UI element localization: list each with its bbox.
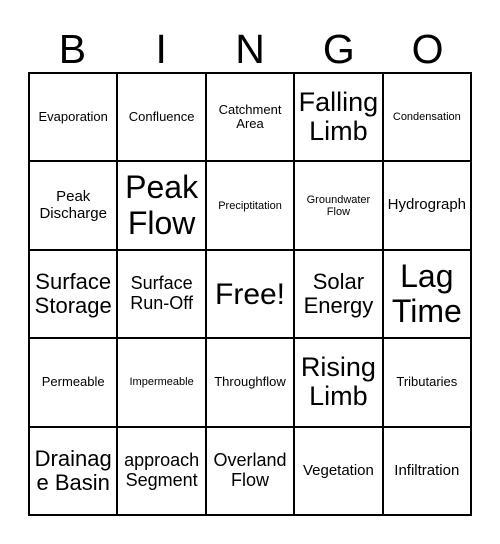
bingo-row: Evaporation Confluence Catchment Area Fa… (30, 74, 473, 163)
bingo-cell-label: Vegetation (302, 461, 374, 479)
bingo-cell-label: approach Segment (124, 450, 200, 490)
bingo-cell-label: Solar Energy (303, 268, 374, 319)
bingo-grid: Evaporation Confluence Catchment Area Fa… (28, 72, 473, 517)
bingo-header-letter-o: O (411, 26, 444, 72)
bingo-cell-label: Throughflow (214, 374, 286, 390)
bingo-cell[interactable]: Impermeable (118, 339, 207, 428)
bingo-cell[interactable]: Solar Energy (295, 250, 384, 340)
bingo-cell-label: Confluence (128, 109, 195, 125)
bingo-cell[interactable]: Infiltration (383, 427, 473, 517)
bingo-cell[interactable]: Peak Discharge (30, 162, 119, 251)
bingo-cell[interactable]: Drainage Basin (30, 427, 119, 517)
bingo-cell-label: Surface Run-Off (130, 273, 193, 314)
bingo-cell-free-space[interactable]: Free! (206, 250, 296, 340)
bingo-cell[interactable]: Vegetation (295, 427, 384, 517)
bingo-row: Peak Discharge Peak Flow Preciptitation … (30, 162, 473, 251)
bingo-cell-label: Condensation (392, 111, 461, 124)
bingo-cell[interactable]: Hydrograph (383, 162, 473, 251)
bingo-cell-label: Lag Time (391, 257, 462, 330)
bingo-cell[interactable]: Surface Storage (30, 250, 119, 340)
bingo-cell-label: Infiltration (394, 461, 460, 479)
bingo-cell[interactable]: Groundwater Flow (295, 162, 384, 251)
bingo-cell[interactable]: Evaporation (30, 74, 119, 163)
bingo-cell[interactable]: Peak Flow (118, 162, 207, 251)
bingo-cell-label: Tributaries (396, 374, 458, 390)
bingo-header-letter-n: N (235, 26, 265, 72)
bingo-card: B I N G O Evaporation Confluence Catchme… (0, 0, 500, 544)
bingo-cell-label: Peak Flow (125, 169, 199, 241)
bingo-cell[interactable]: Throughflow (206, 339, 296, 428)
bingo-cell-label: Peak Discharge (39, 188, 107, 222)
bingo-header-letter-i: I (155, 26, 167, 72)
bingo-cell[interactable]: Tributaries (383, 339, 473, 428)
bingo-header-row: B I N G O (28, 14, 472, 72)
bingo-cell[interactable]: approach Segment (118, 427, 207, 517)
bingo-cell-label: Drainage Basin (34, 445, 112, 495)
bingo-cell[interactable]: Permeable (30, 339, 119, 428)
bingo-cell-label: Preciptitation (218, 199, 282, 212)
bingo-cell-label: Overland Flow (213, 450, 287, 490)
bingo-row: Surface Storage Surface Run-Off Free! So… (30, 250, 473, 340)
bingo-cell[interactable]: Preciptitation (206, 162, 296, 251)
bingo-cell[interactable]: Falling Limb (295, 74, 384, 163)
bingo-cell-label: Rising Limb (300, 351, 376, 412)
bingo-cell[interactable]: Lag Time (383, 250, 473, 340)
bingo-free-space-label: Free! (215, 277, 286, 311)
bingo-cell-label: Permeable (41, 374, 105, 390)
bingo-cell-label: Impermeable (129, 376, 194, 389)
bingo-cell[interactable]: Confluence (118, 74, 207, 163)
bingo-cell-label: Surface Storage (34, 268, 112, 319)
bingo-cell-label: Groundwater Flow (306, 193, 371, 218)
bingo-cell-label: Hydrograph (387, 196, 467, 214)
bingo-row: Drainage Basin approach Segment Overland… (30, 427, 473, 517)
bingo-cell[interactable]: Catchment Area (206, 74, 296, 163)
bingo-cell[interactable]: Rising Limb (295, 339, 384, 428)
bingo-cell-label: Catchment Area (218, 101, 282, 132)
bingo-header-letter-b: B (58, 26, 87, 72)
bingo-cell-label: Evaporation (38, 109, 108, 125)
bingo-cell[interactable]: Condensation (383, 74, 473, 163)
bingo-cell[interactable]: Surface Run-Off (118, 250, 207, 340)
bingo-header-letter-g: G (322, 26, 355, 72)
bingo-row: Permeable Impermeable Throughflow Rising… (30, 339, 473, 428)
bingo-cell-label: Falling Limb (298, 86, 379, 147)
bingo-cell[interactable]: Overland Flow (206, 427, 296, 517)
